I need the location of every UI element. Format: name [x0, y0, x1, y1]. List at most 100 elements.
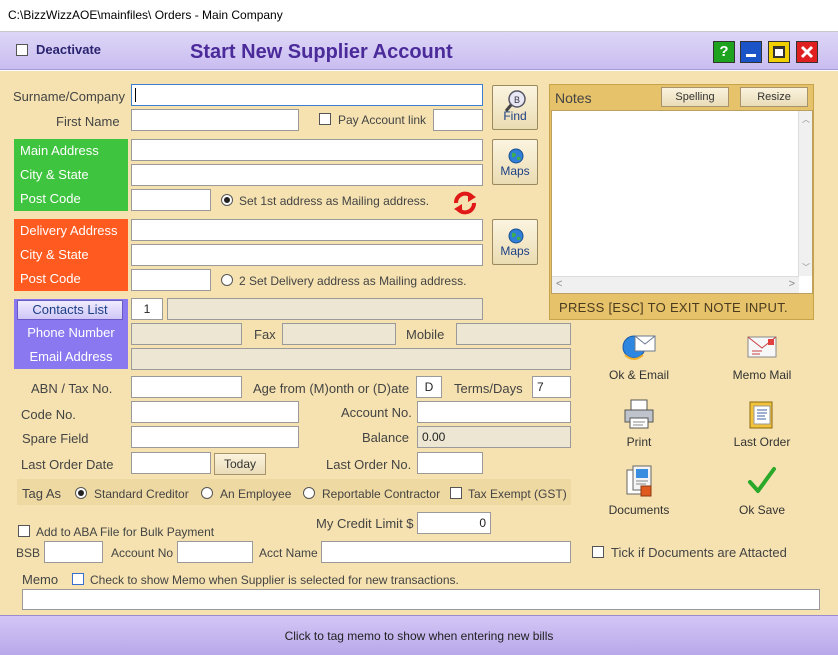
notes-vertical-scrollbar[interactable]: ︿ ﹀: [798, 111, 812, 276]
balance-label: Balance: [362, 430, 409, 445]
scroll-right-icon[interactable]: >: [789, 278, 795, 290]
phone-number-input[interactable]: [131, 323, 242, 345]
print-button[interactable]: Print: [599, 398, 679, 449]
ok-email-button[interactable]: Ok & Email: [599, 331, 679, 382]
main-post-code-input[interactable]: [131, 189, 211, 211]
maps-button-delivery[interactable]: Maps: [492, 219, 538, 265]
minimize-icon: [746, 54, 756, 57]
tax-exempt-label: Tax Exempt (GST): [468, 487, 567, 501]
notes-panel: Notes Spelling Resize ︿ ﹀ < > PRESS [ESC…: [549, 84, 814, 320]
scroll-down-icon[interactable]: ﹀: [802, 262, 810, 273]
aba-file-checkbox[interactable]: [18, 525, 30, 537]
memo-show-checkbox[interactable]: [72, 573, 84, 585]
aba-file-label: Add to ABA File for Bulk Payment: [36, 525, 215, 539]
surname-input[interactable]: [131, 84, 483, 106]
main-address-band: Main Address City & State Post Code: [14, 139, 128, 211]
terms-days-label: Terms/Days: [454, 381, 523, 396]
tag-reportable-contractor-radio[interactable]: [303, 487, 315, 499]
account-no-label: Account No.: [341, 405, 412, 420]
swap-arrows-icon[interactable]: [450, 189, 480, 217]
docs-attached-label: Tick if Documents are Attacted: [611, 545, 787, 560]
acct-name-input[interactable]: [321, 541, 571, 563]
last-order-date-input[interactable]: [131, 452, 211, 474]
find-button[interactable]: B Find: [492, 85, 538, 130]
pay-account-link-input[interactable]: [433, 109, 483, 131]
delivery-city-state-label: City & State: [20, 247, 89, 262]
delivery-address-label: Delivery Address: [20, 223, 118, 238]
last-order-button[interactable]: Last Order: [722, 398, 802, 449]
help-button[interactable]: ?: [713, 41, 735, 63]
last-order-no-input[interactable]: [417, 452, 483, 474]
spare-field-label: Spare Field: [22, 431, 89, 446]
delivery-post-code-input[interactable]: [131, 269, 211, 291]
maximize-icon: [773, 46, 785, 58]
maps-label-delivery: Maps: [500, 244, 530, 258]
globe-icon: [508, 228, 524, 244]
mailing-address-1-label: Set 1st address as Mailing address.: [239, 194, 430, 208]
notes-horizontal-scrollbar[interactable]: < >: [552, 276, 799, 293]
memo-mail-button[interactable]: Memo Mail: [722, 331, 802, 382]
memo-input[interactable]: [22, 589, 820, 610]
ok-email-label: Ok & Email: [608, 368, 669, 382]
age-from-label: Age from (M)onth or (D)ate: [253, 381, 410, 396]
credit-limit-input[interactable]: 0: [417, 512, 491, 534]
email-address-input[interactable]: [131, 348, 571, 370]
abn-input[interactable]: [131, 376, 242, 398]
tax-exempt-checkbox[interactable]: [450, 487, 462, 499]
main-city-state-label: City & State: [20, 167, 89, 182]
maps-button-main[interactable]: Maps: [492, 139, 538, 185]
resize-button[interactable]: Resize: [740, 87, 808, 107]
last-order-no-label: Last Order No.: [326, 457, 412, 472]
delivery-address-input[interactable]: [131, 219, 483, 241]
contacts-list-button[interactable]: Contacts List: [17, 300, 123, 320]
mailing-address-2-radio[interactable]: [221, 274, 233, 286]
contact-name-input[interactable]: [167, 298, 483, 320]
mailing-address-1-radio[interactable]: [221, 194, 233, 206]
fax-input[interactable]: [282, 323, 396, 345]
terms-days-input[interactable]: 7: [532, 376, 571, 398]
main-address-label: Main Address: [20, 143, 99, 158]
mobile-label: Mobile: [406, 327, 445, 342]
bsb-input[interactable]: [44, 541, 103, 563]
notes-hint: PRESS [ESC] TO EXIT NOTE INPUT.: [559, 300, 788, 315]
account-no-input[interactable]: [417, 401, 571, 423]
pay-account-link-checkbox[interactable]: [319, 113, 331, 125]
documents-button[interactable]: Documents: [599, 464, 679, 517]
maximize-button[interactable]: [768, 41, 790, 63]
spelling-button[interactable]: Spelling: [661, 87, 729, 107]
age-from-input[interactable]: D: [416, 376, 442, 398]
notes-textarea[interactable]: ︿ ﹀ < >: [551, 110, 813, 294]
surname-label: Surname/Company: [13, 89, 125, 104]
tag-employee-radio[interactable]: [201, 487, 213, 499]
ok-save-label: Ok Save: [738, 503, 786, 517]
tag-as-label: Tag As: [22, 486, 62, 501]
tag-standard-creditor-label: Standard Creditor: [94, 487, 189, 501]
credit-limit-label: My Credit Limit $: [316, 516, 414, 531]
phone-number-label: Phone Number: [27, 325, 115, 340]
ok-save-button[interactable]: Ok Save: [722, 464, 802, 517]
delivery-post-code-label: Post Code: [20, 271, 81, 286]
footer-text: Click to tag memo to show when entering …: [284, 629, 554, 643]
scroll-up-icon[interactable]: ︿: [802, 114, 810, 125]
today-button[interactable]: Today: [214, 453, 266, 475]
footer-bar[interactable]: Click to tag memo to show when entering …: [0, 615, 838, 655]
mobile-input[interactable]: [456, 323, 571, 345]
delivery-city-state-input[interactable]: [131, 244, 483, 266]
help-icon: ?: [719, 43, 729, 60]
docs-attached-checkbox[interactable]: [592, 546, 604, 558]
main-address-input[interactable]: [131, 139, 483, 161]
tag-reportable-contractor-label: Reportable Contractor: [322, 487, 441, 501]
checkmark-icon: [748, 467, 776, 493]
acct-name-label: Acct Name: [259, 546, 318, 560]
bank-account-no-input[interactable]: [177, 541, 253, 563]
code-no-input[interactable]: [131, 401, 299, 423]
spare-field-input[interactable]: [131, 426, 299, 448]
first-name-input[interactable]: [131, 109, 299, 131]
minimize-button[interactable]: [740, 41, 762, 63]
tag-standard-creditor-radio[interactable]: [75, 487, 87, 499]
close-button[interactable]: [796, 41, 818, 63]
deactivate-checkbox[interactable]: [16, 44, 28, 56]
scroll-left-icon[interactable]: <: [556, 278, 562, 290]
main-city-state-input[interactable]: [131, 164, 483, 186]
contact-index-input[interactable]: 1: [131, 298, 163, 320]
